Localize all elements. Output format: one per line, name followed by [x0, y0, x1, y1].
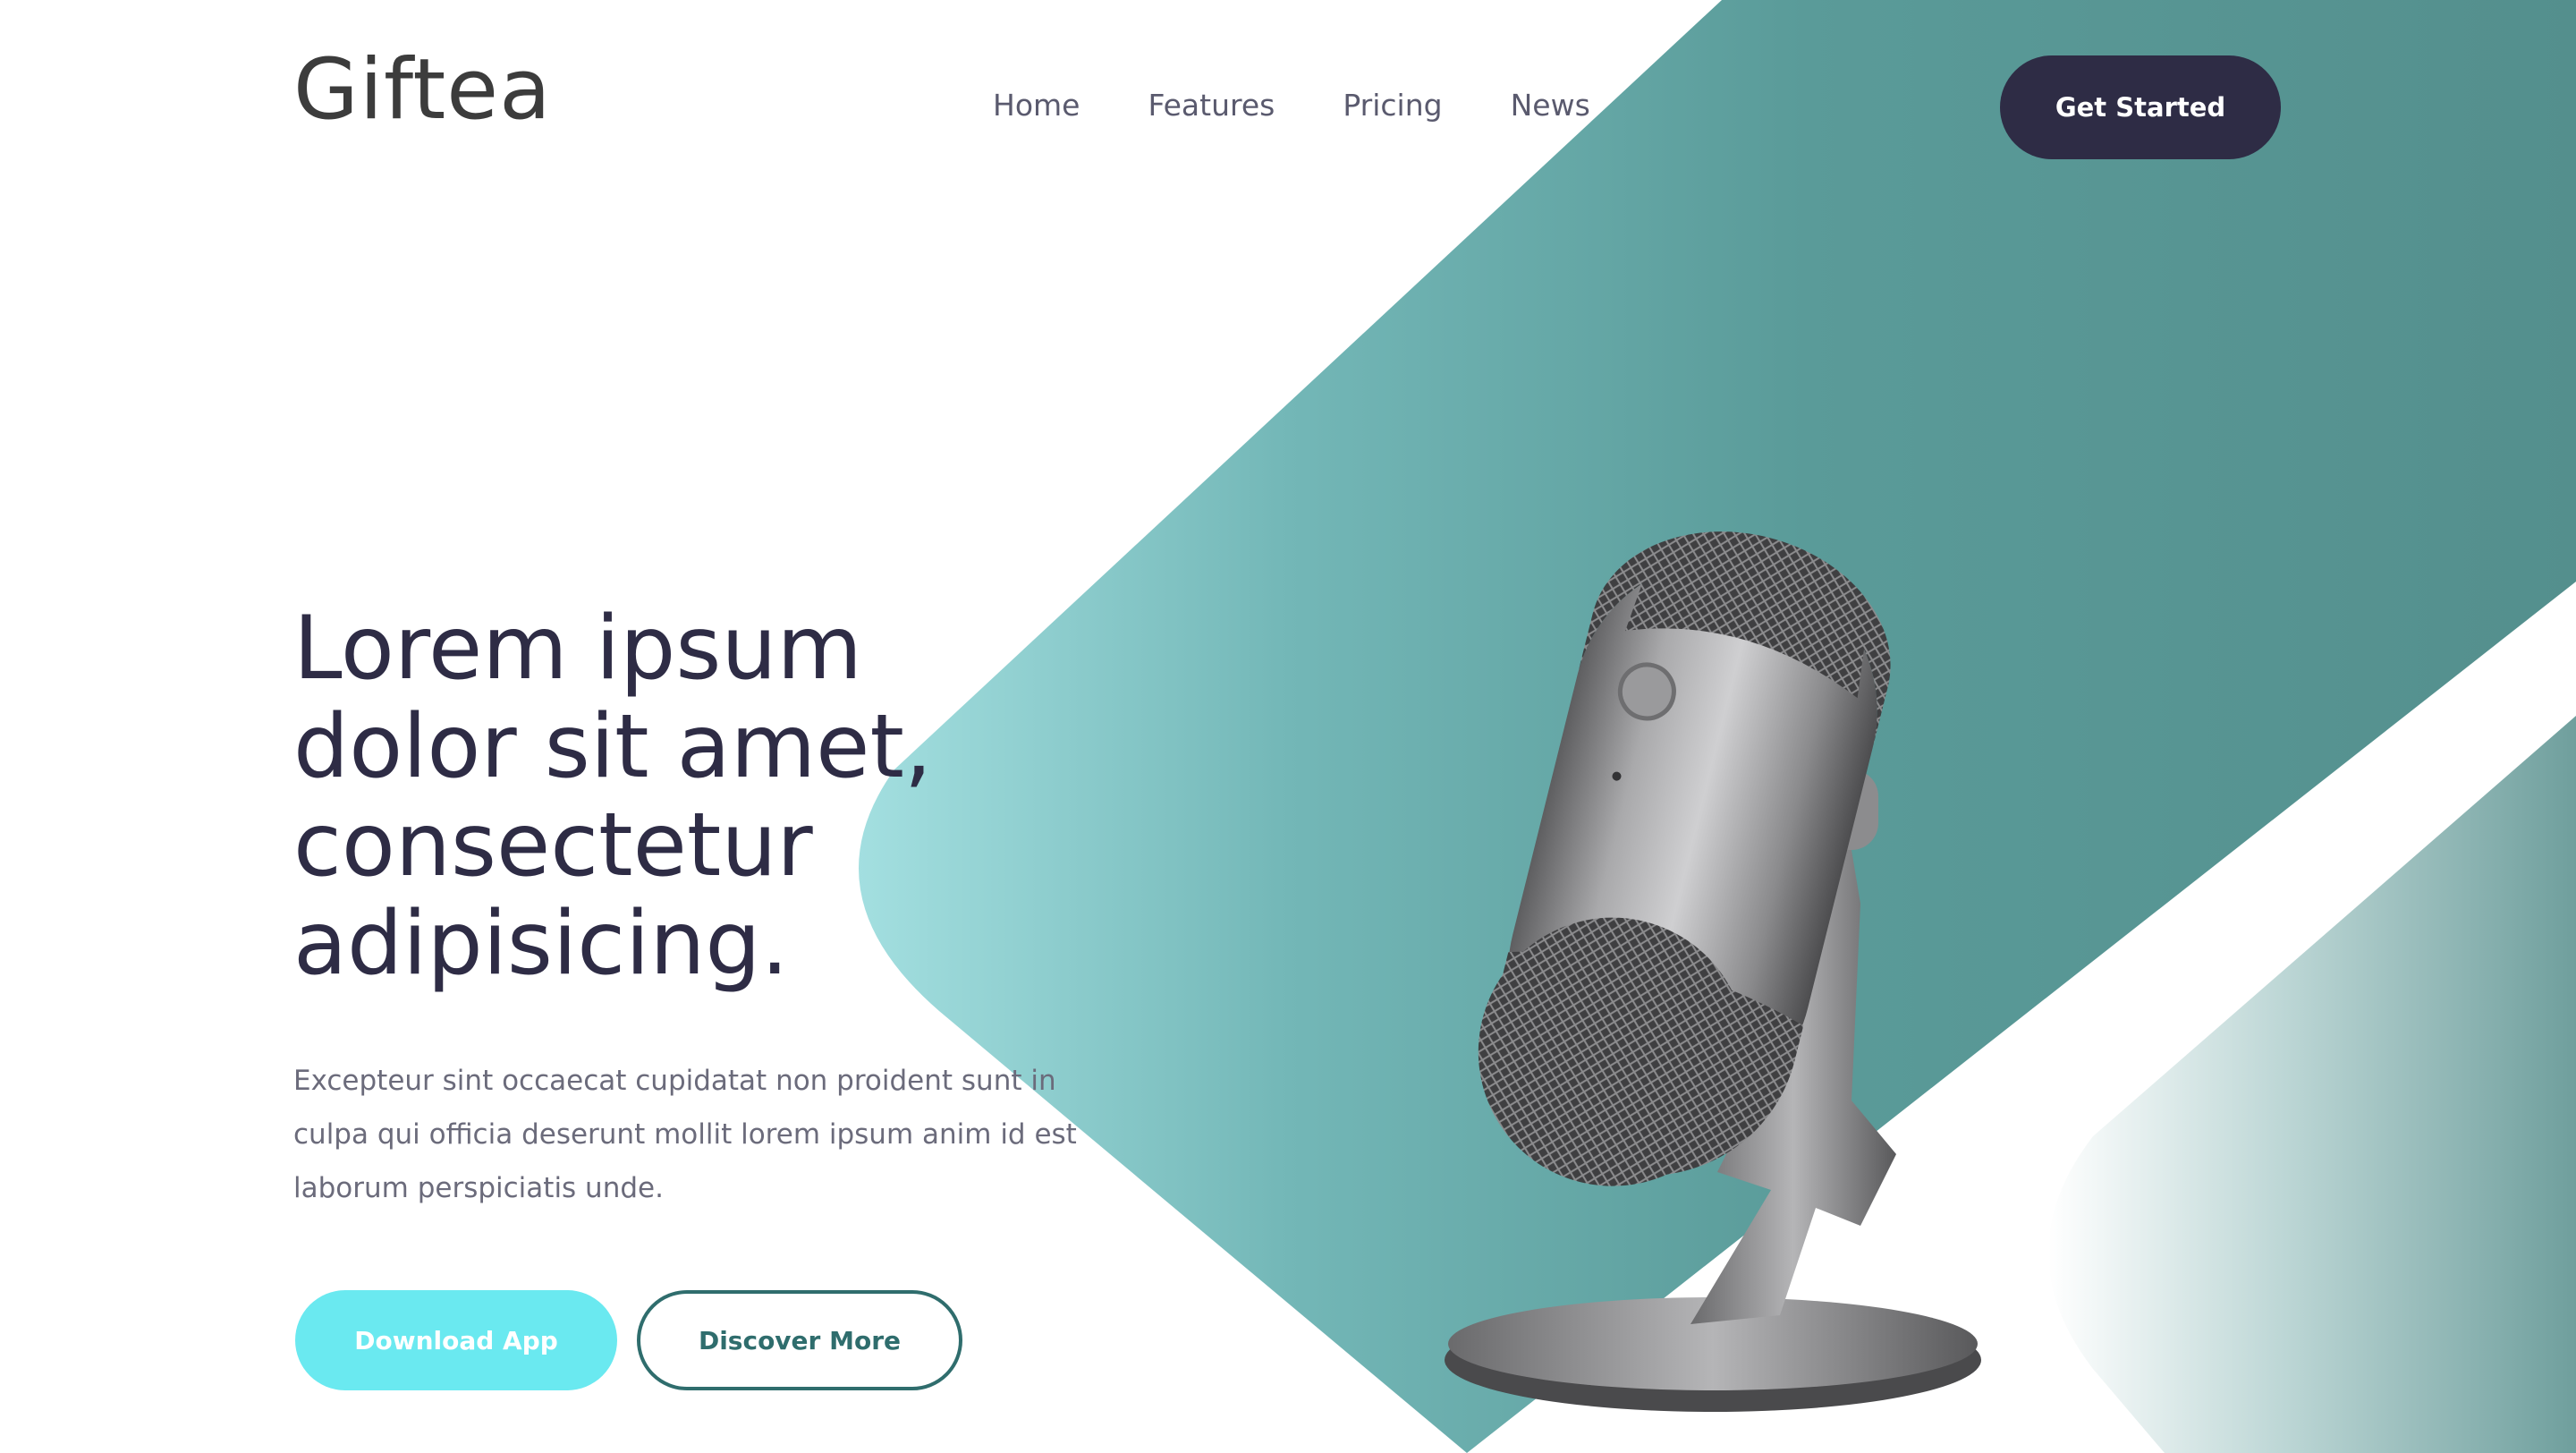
main-nav: Home Features Pricing News	[993, 86, 1590, 125]
brand-logo[interactable]: Giftea	[293, 48, 552, 132]
nav-features[interactable]: Features	[1148, 86, 1275, 125]
nav-news[interactable]: News	[1511, 86, 1590, 125]
nav-home[interactable]: Home	[993, 86, 1080, 125]
hero-actions: Download App Discover More	[295, 1290, 962, 1390]
microphone-image	[1445, 531, 1981, 1412]
headline-line: Lorem ipsum	[293, 598, 862, 700]
headline-line: dolor sit amet,	[293, 696, 933, 798]
headline-line: adipisicing.	[293, 893, 789, 995]
download-app-button[interactable]: Download App	[295, 1290, 617, 1390]
hero-subtext: Excepteur sint occaecat cupidatat non pr…	[293, 1065, 1077, 1204]
discover-more-button[interactable]: Discover More	[637, 1290, 962, 1390]
nav-pricing[interactable]: Pricing	[1343, 86, 1442, 125]
get-started-button[interactable]: Get Started	[2000, 55, 2281, 159]
hero-headline: Lorem ipsum dolor sit amet, consectetur …	[293, 599, 1188, 993]
headline-line: consectetur	[293, 794, 813, 896]
